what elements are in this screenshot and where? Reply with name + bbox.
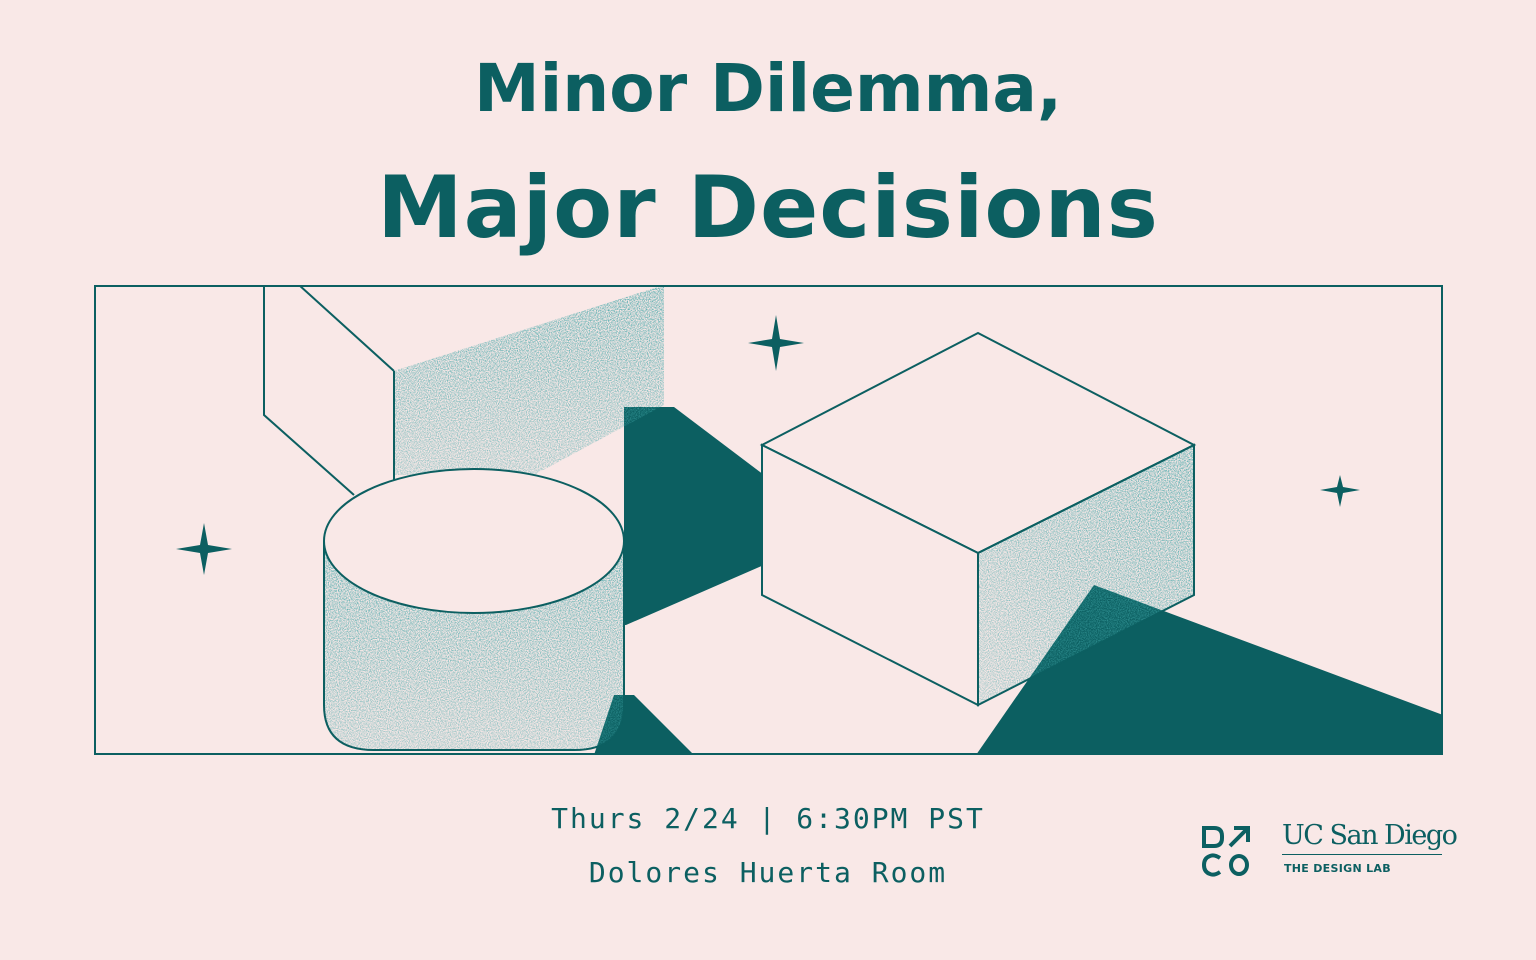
ucsd-design-lab-label: THE DESIGN LAB — [1284, 862, 1391, 875]
back-block-outline — [263, 286, 355, 496]
isometric-illustration — [94, 285, 1443, 755]
sparkle-icon — [176, 523, 232, 575]
title-line-1: Minor Dilemma, — [473, 50, 1063, 127]
cylinder-top — [323, 468, 625, 614]
ucsd-wordmark: UC San Diego — [1282, 820, 1458, 851]
sparkle-icon — [1320, 475, 1360, 507]
arrow-up-right-icon — [1228, 826, 1250, 848]
cylinder-shadow — [624, 407, 764, 625]
back-block-top-edge — [298, 286, 395, 372]
dco-logo-icon — [1201, 826, 1250, 877]
title-line-2: Major Decisions — [377, 158, 1159, 258]
sponsor-logos: UC San Diego THE DESIGN LAB — [1200, 822, 1458, 882]
ucsd-rule — [1282, 854, 1442, 855]
back-block-grain-face — [394, 286, 664, 475]
sparkle-icon — [748, 315, 804, 371]
